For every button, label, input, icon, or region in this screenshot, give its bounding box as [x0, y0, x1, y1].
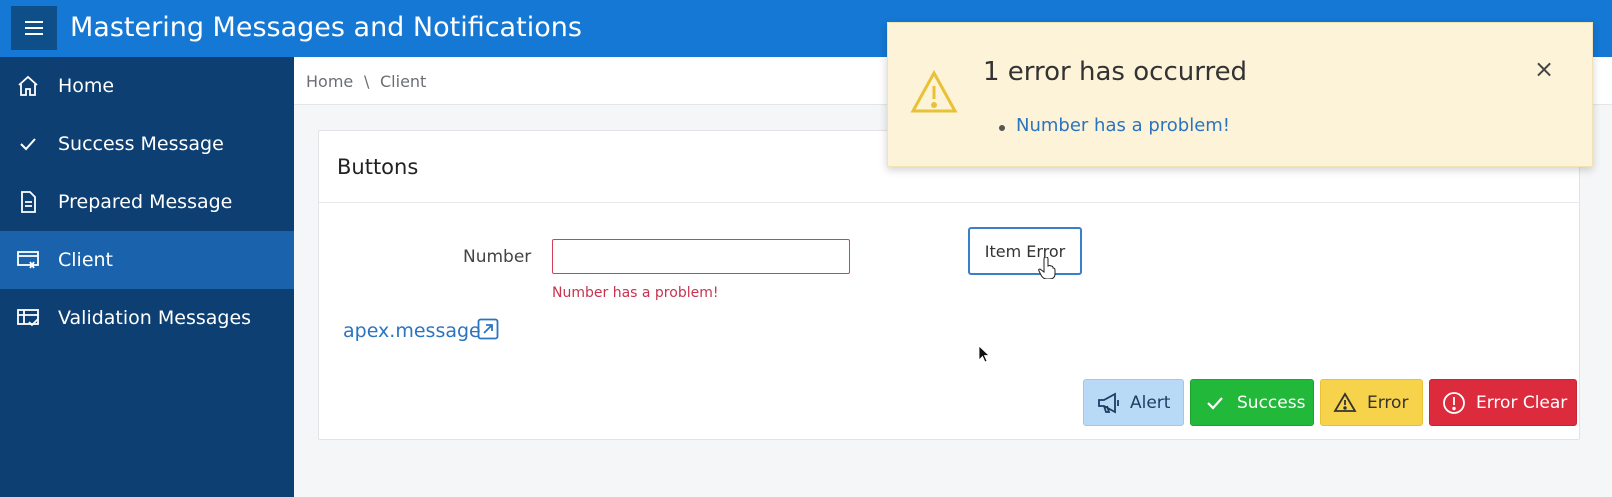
sidebar-item-label: Home — [58, 75, 115, 97]
sidebar-item-label: Validation Messages — [58, 307, 252, 329]
list-bullet — [999, 125, 1005, 131]
number-input[interactable] — [552, 239, 850, 274]
external-link-icon[interactable] — [477, 318, 499, 340]
hand-cursor-icon — [1038, 257, 1056, 279]
breadcrumb-home-link[interactable]: Home — [306, 72, 353, 91]
close-icon[interactable]: × — [1531, 57, 1557, 83]
sidebar-nav: Home Success Message Prepared Message Cl… — [0, 57, 294, 497]
error-clear-button[interactable]: Error Clear — [1429, 379, 1577, 426]
breadcrumb-separator: \ — [364, 72, 370, 91]
success-button[interactable]: Success — [1190, 379, 1314, 426]
sidebar-item-client[interactable]: Client — [0, 231, 294, 289]
error-clear-button-label: Error Clear — [1476, 393, 1568, 413]
alert-button[interactable]: Alert — [1083, 379, 1184, 426]
breadcrumb-current: Client — [380, 72, 427, 91]
document-icon — [21, 191, 36, 213]
sidebar-item-home[interactable]: Home — [0, 57, 294, 115]
app-title: Mastering Messages and Notifications — [70, 12, 582, 43]
warning-icon — [1333, 392, 1357, 412]
item-error-button[interactable]: Item Error — [968, 227, 1082, 275]
region-title: Buttons — [337, 155, 419, 179]
menu-toggle-button[interactable] — [11, 6, 57, 50]
apex-message-link[interactable]: apex.message — [343, 320, 481, 342]
alert-button-label: Alert — [1130, 393, 1171, 413]
error-notification: 1 error has occurred × Number has a prob… — [887, 22, 1593, 167]
sidebar-item-label: Success Message — [58, 133, 224, 155]
success-button-label: Success — [1237, 393, 1306, 413]
sidebar-item-success-message[interactable]: Success Message — [0, 115, 294, 173]
notification-title: 1 error has occurred — [983, 57, 1248, 87]
notification-message-link[interactable]: Number has a problem! — [1016, 115, 1230, 136]
sidebar-item-label: Client — [58, 249, 114, 271]
sidebar-item-validation-messages[interactable]: Validation Messages — [0, 289, 294, 347]
check-icon — [1207, 397, 1223, 410]
table-check-icon — [17, 309, 39, 327]
number-label: Number — [463, 247, 532, 267]
check-icon — [20, 138, 36, 151]
warning-icon — [910, 70, 958, 113]
home-icon — [18, 75, 38, 96]
error-button-label: Error — [1367, 393, 1409, 413]
arrow-cursor-icon — [978, 345, 990, 363]
number-error-message: Number has a problem! — [552, 285, 719, 301]
client-icon — [17, 251, 39, 269]
sidebar-item-label: Prepared Message — [58, 191, 233, 213]
megaphone-icon — [1098, 392, 1119, 414]
hamburger-icon — [25, 21, 43, 35]
sidebar-item-prepared-message[interactable]: Prepared Message — [0, 173, 294, 231]
alert-circle-icon — [1443, 392, 1465, 414]
error-button[interactable]: Error — [1320, 379, 1423, 426]
